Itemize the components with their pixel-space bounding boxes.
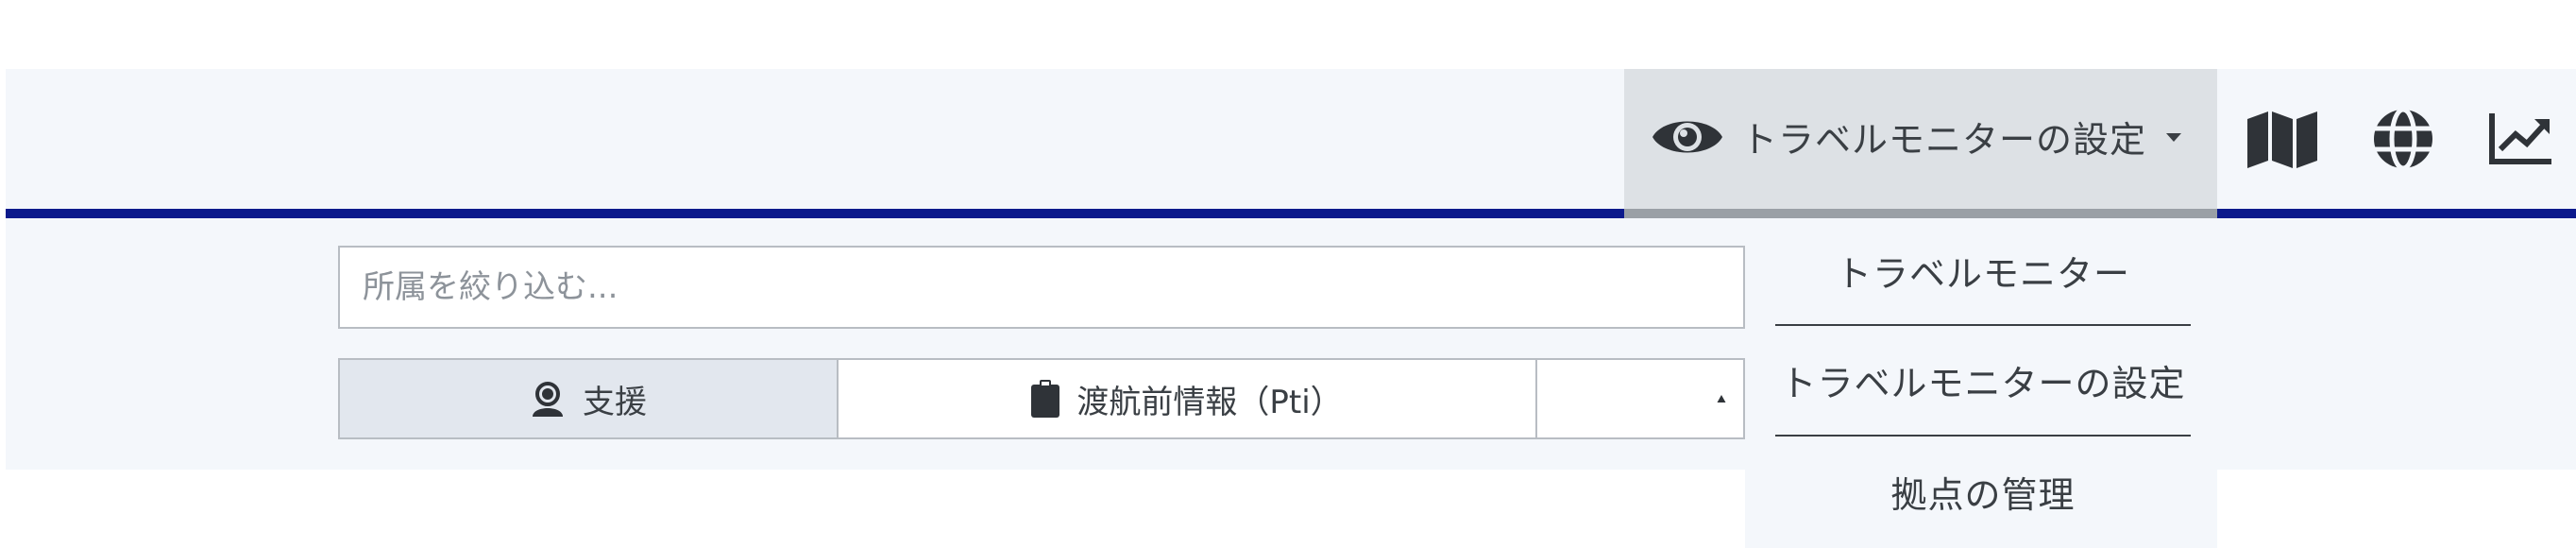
settings-dropdown-menu: トラベルモニター トラベルモニターの設定 拠点の管理 xyxy=(1745,218,2217,548)
tab-support-label: 支援 xyxy=(583,383,647,421)
menu-divider xyxy=(1775,324,2191,326)
menu-divider xyxy=(1775,435,2191,437)
globe-icon[interactable] xyxy=(2370,106,2436,172)
menu-item-location-management[interactable]: 拠点の管理 xyxy=(1775,466,2191,518)
warning-icon xyxy=(1717,395,1726,402)
menu-item-travel-monitor[interactable]: トラベルモニター xyxy=(1775,245,2191,297)
tab-support[interactable]: 支援 xyxy=(340,360,839,437)
user-headset-icon xyxy=(533,382,563,417)
category-tabs: 支援 渡航前情報（Pti） xyxy=(338,358,1745,439)
tab-alerts[interactable] xyxy=(1537,360,1743,437)
chart-line-icon[interactable] xyxy=(2489,111,2553,164)
menu-item-travel-monitor-settings[interactable]: トラベルモニターの設定 xyxy=(1775,354,2191,406)
clipboard-icon xyxy=(1031,380,1060,418)
caret-down-icon xyxy=(2166,133,2181,142)
map-icon[interactable] xyxy=(2246,110,2319,168)
travel-monitor-settings-menu[interactable]: トラベルモニターの設定 xyxy=(1624,69,2217,218)
tab-pre-travel-info[interactable]: 渡航前情報（Pti） xyxy=(839,360,1537,437)
affiliation-filter-input[interactable] xyxy=(338,246,1745,329)
eye-icon xyxy=(1652,121,1722,153)
settings-menu-label: トラベルモニターの設定 xyxy=(1741,119,2147,161)
tab-pti-label: 渡航前情報（Pti） xyxy=(1076,383,1343,421)
